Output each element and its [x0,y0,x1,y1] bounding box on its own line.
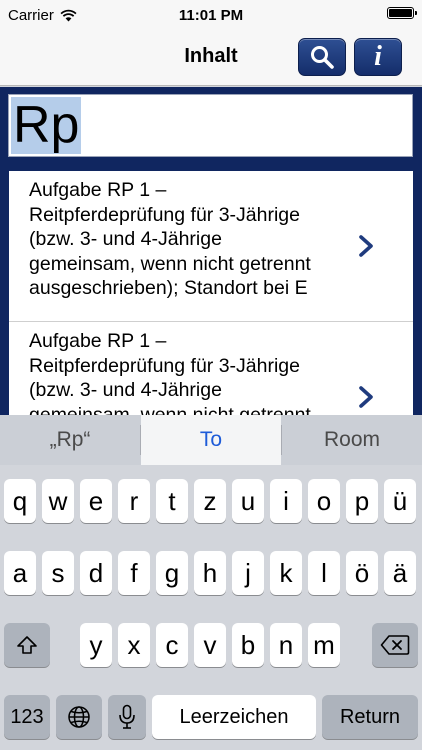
key-a[interactable]: a [4,551,36,595]
search-button[interactable] [298,38,346,76]
key-x[interactable]: x [118,623,150,667]
suggestion-literal[interactable]: „Rp“ [0,415,140,465]
shift-key[interactable] [4,623,50,667]
space-key[interactable]: Leerzeichen [152,695,316,739]
key-l[interactable]: l [308,551,340,595]
backspace-key[interactable] [372,623,418,667]
suggestion-to[interactable]: To [141,415,281,465]
key-z[interactable]: z [194,479,226,523]
key-u[interactable]: u [232,479,264,523]
key-s[interactable]: s [42,551,74,595]
predictive-suggestions: „Rp“ To Room [0,415,422,465]
key-b[interactable]: b [232,623,264,667]
shift-icon [17,636,37,654]
key-d[interactable]: d [80,551,112,595]
list-item[interactable]: Aufgabe RP 1 – Reitpferdeprüfung für 3-J… [9,171,413,322]
return-key[interactable]: Return [322,695,418,739]
keyboard: q w e r t z u i o p ü a s d f g h j k l … [0,465,422,750]
key-g[interactable]: g [156,551,188,595]
key-q[interactable]: q [4,479,36,523]
key-p[interactable]: p [346,479,378,523]
microphone-icon [119,704,135,729]
numbers-key[interactable]: 123 [4,695,50,739]
key-h[interactable]: h [194,551,226,595]
chevron-right-icon [359,386,373,408]
key-m[interactable]: m [308,623,340,667]
key-f[interactable]: f [118,551,150,595]
key-r[interactable]: r [118,479,150,523]
list-item-text: Aufgabe RP 1 – Reitpferdeprüfung für 3-J… [29,330,311,415]
navigation-bar: Inhalt i [0,30,422,86]
magnifier-icon [311,46,334,69]
search-input[interactable]: Rp [8,94,413,157]
key-t[interactable]: t [156,479,188,523]
status-right [387,7,417,19]
search-input-value: Rp [11,96,82,154]
key-j[interactable]: j [232,551,264,595]
suggestion-room[interactable]: Room [282,415,422,465]
key-e[interactable]: e [80,479,112,523]
key-n[interactable]: n [270,623,302,667]
key-w[interactable]: w [42,479,74,523]
battery-icon [387,7,417,19]
key-k[interactable]: k [270,551,302,595]
globe-icon [68,706,90,728]
list-item-text: Aufgabe RP 1 – Reitpferdeprüfung für 3-J… [29,179,311,299]
chevron-right-icon [359,235,373,257]
key-v[interactable]: v [194,623,226,667]
dictation-key[interactable] [108,695,146,739]
key-a-umlaut[interactable]: ä [384,551,416,595]
status-time: 11:01 PM [178,7,244,24]
info-button[interactable]: i [354,38,402,76]
info-icon: i [374,41,382,72]
key-o-umlaut[interactable]: ö [346,551,378,595]
status-bar: Carrier 11:01 PM [0,0,422,30]
results-list: Aufgabe RP 1 – Reitpferdeprüfung für 3-J… [9,171,413,415]
key-c[interactable]: c [156,623,188,667]
key-i[interactable]: i [270,479,302,523]
globe-key[interactable] [56,695,102,739]
list-item[interactable]: Aufgabe RP 1 – Reitpferdeprüfung für 3-J… [9,322,413,415]
backspace-icon [380,635,410,655]
content-area: Rp Aufgabe RP 1 – Reitpferdeprüfung für … [0,87,422,415]
key-u-umlaut[interactable]: ü [384,479,416,523]
key-o[interactable]: o [308,479,340,523]
key-y[interactable]: y [80,623,112,667]
